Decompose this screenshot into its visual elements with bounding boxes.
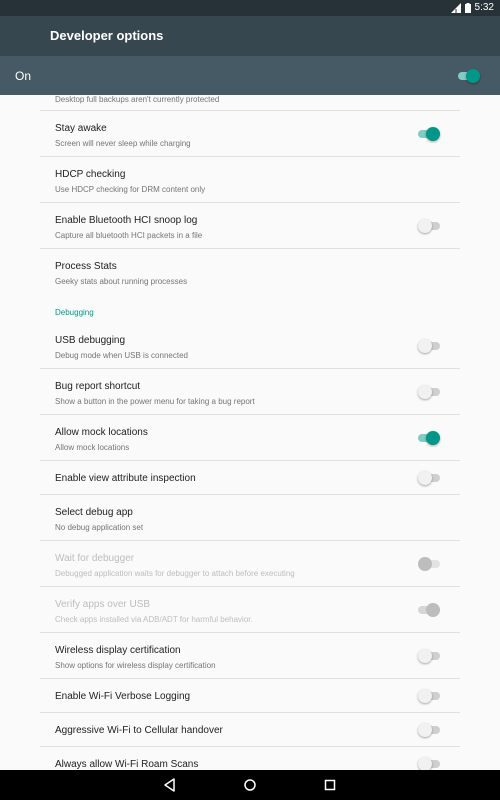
- setting-subtitle: Use HDCP checking for DRM content only: [55, 185, 206, 194]
- setting-subtitle: Capture all bluetooth HCI packets in a f…: [55, 231, 203, 240]
- setting-stay-awake[interactable]: Stay awake Screen will never sleep while …: [40, 111, 460, 157]
- setting-always-allow-wi-fi-roam-scans[interactable]: Always allow Wi-Fi Roam Scans: [40, 747, 460, 770]
- setting-title: Enable Wi-Fi Verbose Logging: [55, 691, 191, 702]
- setting-title: Wireless display certification: [55, 645, 181, 656]
- enable-bluetooth-hci-snoop-log-toggle[interactable]: [418, 218, 440, 234]
- status-time: 5:32: [474, 2, 494, 13]
- enable-wi-fi-verbose-logging-toggle[interactable]: [418, 688, 440, 704]
- setting-title: Bug report shortcut: [55, 381, 141, 392]
- setting-aggressive-wi-fi-to-cellular-handover[interactable]: Aggressive Wi-Fi to Cellular handover: [40, 713, 460, 747]
- setting-title: Verify apps over USB: [55, 599, 151, 610]
- setting-usb-debugging[interactable]: USB debugging Debug mode when USB is conn…: [40, 323, 460, 369]
- setting-verify-apps-over-usb: Verify apps over USB Check apps installed…: [40, 587, 460, 633]
- category-debugging: Debugging: [40, 295, 460, 323]
- setting-subtitle: Show options for wireless display certif…: [55, 661, 216, 670]
- setting-subtitle: Screen will never sleep while charging: [55, 139, 191, 148]
- stay-awake-toggle[interactable]: [418, 126, 440, 142]
- back-icon[interactable]: [161, 776, 179, 794]
- setting-title: USB debugging: [55, 335, 126, 346]
- setting-title: Always allow Wi-Fi Roam Scans: [55, 759, 199, 770]
- aggressive-wi-fi-to-cellular-handover-toggle[interactable]: [418, 722, 440, 738]
- setting-enable-view-attribute-inspection[interactable]: Enable view attribute inspection: [40, 461, 460, 495]
- setting-select-debug-app[interactable]: Select debug app No debug application set: [40, 495, 460, 541]
- master-switch-bar[interactable]: On: [0, 56, 500, 95]
- setting-title: Wait for debugger: [55, 553, 135, 564]
- category-label: Debugging: [55, 308, 94, 317]
- enable-view-attribute-inspection-toggle[interactable]: [418, 470, 440, 486]
- partial-list-item[interactable]: Desktop full backups aren't currently pr…: [40, 95, 460, 111]
- setting-subtitle: No debug application set: [55, 523, 144, 532]
- master-switch-label: On: [15, 69, 32, 83]
- setting-hdcp-checking[interactable]: HDCP checking Use HDCP checking for DRM c…: [40, 157, 460, 203]
- setting-subtitle: Show a button in the power menu for taki…: [55, 397, 255, 406]
- always-allow-wi-fi-roam-scans-toggle[interactable]: [418, 756, 440, 770]
- status-bar: 5:32: [0, 0, 500, 16]
- setting-title: Allow mock locations: [55, 427, 148, 438]
- verify-apps-over-usb-toggle: [418, 602, 440, 618]
- recents-icon[interactable]: [321, 776, 339, 794]
- setting-title: Enable view attribute inspection: [55, 473, 196, 484]
- page-title: Developer options: [50, 28, 164, 43]
- setting-enable-bluetooth-hci-snoop-log[interactable]: Enable Bluetooth HCI snoop log Capture al…: [40, 203, 460, 249]
- master-toggle[interactable]: [458, 68, 480, 84]
- settings-list[interactable]: Desktop full backups aren't currently pr…: [0, 95, 500, 770]
- allow-mock-locations-toggle[interactable]: [418, 430, 440, 446]
- setting-wait-for-debugger: Wait for debugger Debugged application wa…: [40, 541, 460, 587]
- setting-subtitle: Allow mock locations: [55, 443, 130, 452]
- usb-debugging-toggle[interactable]: [418, 338, 440, 354]
- wireless-display-certification-toggle[interactable]: [418, 648, 440, 664]
- home-icon[interactable]: [241, 776, 259, 794]
- app-bar: Developer options: [0, 16, 500, 56]
- setting-title: HDCP checking: [55, 169, 126, 180]
- setting-title: Aggressive Wi-Fi to Cellular handover: [55, 725, 223, 736]
- bug-report-shortcut-toggle[interactable]: [418, 384, 440, 400]
- setting-process-stats[interactable]: Process Stats Geeky stats about running p…: [40, 249, 460, 295]
- item-subtitle: Desktop full backups aren't currently pr…: [55, 95, 220, 104]
- setting-allow-mock-locations[interactable]: Allow mock locations Allow mock locations: [40, 415, 460, 461]
- setting-title: Enable Bluetooth HCI snoop log: [55, 215, 198, 226]
- setting-enable-wi-fi-verbose-logging[interactable]: Enable Wi-Fi Verbose Logging: [40, 679, 460, 713]
- battery-icon: [464, 2, 471, 13]
- setting-title: Process Stats: [55, 261, 117, 272]
- setting-subtitle: Debugged application waits for debugger …: [55, 569, 295, 578]
- setting-subtitle: Geeky stats about running processes: [55, 277, 188, 286]
- wait-for-debugger-toggle: [418, 556, 440, 572]
- setting-title: Stay awake: [55, 123, 107, 134]
- setting-title: Select debug app: [55, 507, 133, 518]
- setting-wireless-display-certification[interactable]: Wireless display certification Show optio…: [40, 633, 460, 679]
- setting-bug-report-shortcut[interactable]: Bug report shortcut Show a button in the …: [40, 369, 460, 415]
- setting-subtitle: Debug mode when USB is connected: [55, 351, 188, 360]
- navigation-bar: [0, 770, 500, 800]
- setting-subtitle: Check apps installed via ADB/ADT for har…: [55, 615, 253, 624]
- signal-icon: [450, 2, 461, 13]
